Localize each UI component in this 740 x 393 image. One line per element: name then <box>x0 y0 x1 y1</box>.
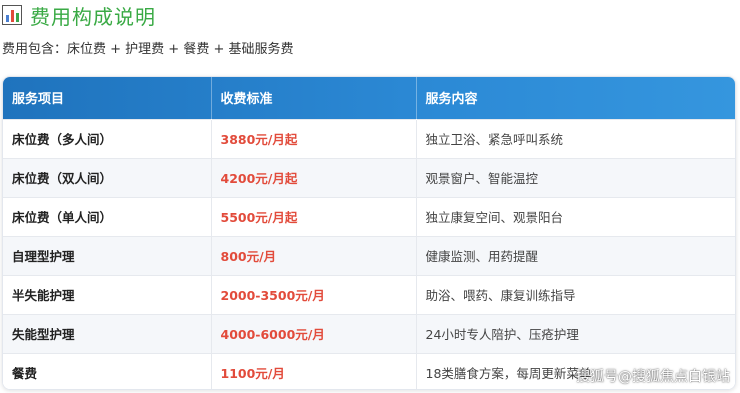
row-item: 餐费 <box>12 366 38 382</box>
title-row: 费用构成说明 <box>2 2 156 29</box>
row-price: 4000-6000元/月 <box>210 314 416 353</box>
row-price: 800元/月 <box>210 236 416 275</box>
fee-summary: 费用包含：床位费 + 护理费 + 餐费 + 基础服务费 <box>2 42 294 57</box>
row-price: 5500元/月起 <box>210 197 416 236</box>
bar-chart-icon <box>2 5 22 25</box>
row-item: 床位费（单人间） <box>12 210 113 225</box>
table-row: 失能型护理 4000-6000元/月 24小时专人陪护、压疮护理 <box>3 314 735 353</box>
row-item: 床位费（双人间） <box>12 171 113 186</box>
row-price: 4200元/月起 <box>210 158 416 197</box>
table-row: 床位费（单人间） 5500元/月起 独立康复空间、观景阳台 <box>3 197 735 236</box>
table-row: 床位费（双人间） 4200元/月起 观景窗户、智能温控 <box>3 158 735 197</box>
row-content: 独立康复空间、观景阳台 <box>415 197 735 236</box>
row-price: 3880元/月起 <box>210 119 416 158</box>
row-content: 独立卫浴、紧急呼叫系统 <box>415 119 735 158</box>
row-item: 床位费（多人间） <box>12 132 113 147</box>
row-item: 失能型护理 <box>12 327 75 342</box>
row-content: 24小时专人陪护、压疮护理 <box>415 314 735 353</box>
row-item: 自理型护理 <box>12 249 75 264</box>
row-content: 助浴、喂药、康复训练指导 <box>415 275 735 314</box>
table-row: 床位费（多人间） 3880元/月起 独立卫浴、紧急呼叫系统 <box>3 119 735 158</box>
row-price: 1100元/月 <box>210 353 416 389</box>
watermark: 搜狐号@搜狐焦点白银站 <box>576 369 730 385</box>
page-title: 费用构成说明 <box>30 4 156 29</box>
table-row: 自理型护理 800元/月 健康监测、用药提醒 <box>3 236 735 275</box>
table-row: 半失能护理 2000-3500元/月 助浴、喂药、康复训练指导 <box>3 275 735 314</box>
row-price: 2000-3500元/月 <box>210 275 416 314</box>
table-header-row: 服务项目 收费标准 服务内容 <box>3 77 735 119</box>
fee-table: 服务项目 收费标准 服务内容 床位费（多人间） 3880元/月起 独立卫浴、紧急… <box>2 76 736 390</box>
row-content: 健康监测、用药提醒 <box>415 236 735 275</box>
row-content: 观景窗户、智能温控 <box>415 158 735 197</box>
row-item: 半失能护理 <box>12 288 75 303</box>
header-service-content: 服务内容 <box>415 77 735 119</box>
header-price: 收费标准 <box>210 77 416 119</box>
header-service-item: 服务项目 <box>12 92 65 108</box>
